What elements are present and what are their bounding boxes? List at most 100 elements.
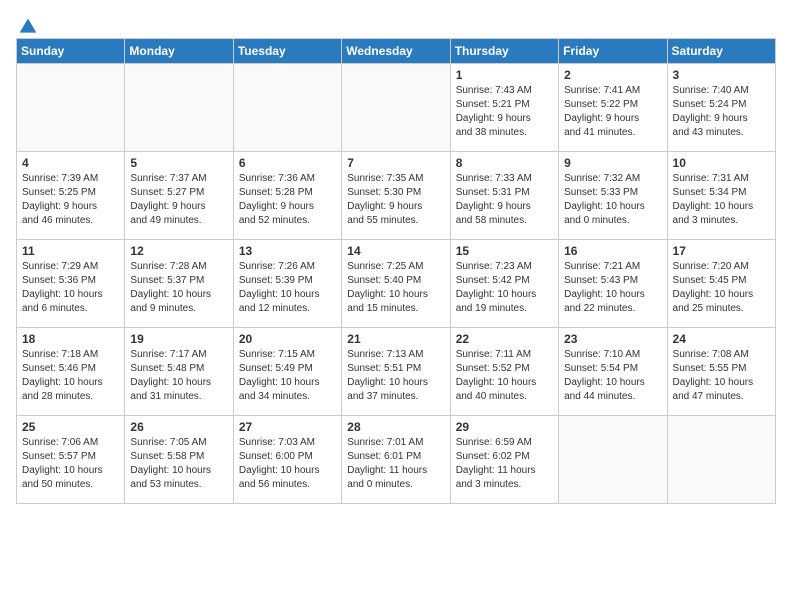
calendar-cell: 24Sunrise: 7:08 AMSunset: 5:55 PMDayligh… [667, 328, 775, 416]
calendar-cell: 12 Sunrise: 7:28 AMSunset: 5:37 PMDayligh… [125, 240, 233, 328]
calendar-cell: 25 Sunrise: 7:06 AMSunset: 5:57 PMDayligh… [17, 416, 125, 504]
day-info: Sunrise: 7:39 AMSunset: 5:25 PMDaylight:… [22, 172, 119, 228]
day-number: 7 [347, 156, 444, 170]
day-info: Sunrise: 7:21 AMSunset: 5:43 PMDaylight:… [564, 260, 661, 316]
day-number: 18 [22, 332, 119, 346]
day-number: 8 [456, 156, 553, 170]
week-row-5: 25 Sunrise: 7:06 AMSunset: 5:57 PMDayligh… [17, 416, 776, 504]
day-info: Sunrise: 7:37 AMSunset: 5:27 PMDaylight:… [130, 172, 227, 228]
day-info: Sunrise: 7:26 AMSunset: 5:39 PMDaylight:… [239, 260, 336, 316]
day-info: Sunrise: 7:06 AMSunset: 5:57 PMDaylight:… [22, 436, 119, 492]
logo-icon [18, 16, 38, 36]
calendar-cell: 3 Sunrise: 7:40 AMSunset: 5:24 PMDaylight… [667, 64, 775, 152]
weekday-header-thursday: Thursday [450, 39, 558, 64]
day-info: Sunrise: 7:05 AMSunset: 5:58 PMDaylight:… [130, 436, 227, 492]
day-number: 22 [456, 332, 553, 346]
calendar-cell: 6 Sunrise: 7:36 AMSunset: 5:28 PMDaylight… [233, 152, 341, 240]
weekday-header-sunday: Sunday [17, 39, 125, 64]
day-info: Sunrise: 7:35 AMSunset: 5:30 PMDaylight:… [347, 172, 444, 228]
day-info: Sunrise: 7:29 AMSunset: 5:36 PMDaylight:… [22, 260, 119, 316]
day-number: 6 [239, 156, 336, 170]
day-number: 27 [239, 420, 336, 434]
day-info: Sunrise: 7:28 AMSunset: 5:37 PMDaylight:… [130, 260, 227, 316]
calendar-cell: 14 Sunrise: 7:25 AMSunset: 5:40 PMDayligh… [342, 240, 450, 328]
calendar-cell: 9 Sunrise: 7:32 AMSunset: 5:33 PMDaylight… [559, 152, 667, 240]
calendar-cell: 4 Sunrise: 7:39 AMSunset: 5:25 PMDaylight… [17, 152, 125, 240]
day-info: Sunrise: 7:15 AMSunset: 5:49 PMDaylight:… [239, 348, 336, 404]
day-info: Sunrise: 7:36 AMSunset: 5:28 PMDaylight:… [239, 172, 336, 228]
day-number: 14 [347, 244, 444, 258]
week-row-1: 1Sunrise: 7:43 AMSunset: 5:21 PMDaylight… [17, 64, 776, 152]
weekday-header-row: SundayMondayTuesdayWednesdayThursdayFrid… [17, 39, 776, 64]
weekday-header-monday: Monday [125, 39, 233, 64]
weekday-header-tuesday: Tuesday [233, 39, 341, 64]
day-info: Sunrise: 7:18 AMSunset: 5:46 PMDaylight:… [22, 348, 119, 404]
logo [16, 16, 38, 32]
calendar-cell: 22 Sunrise: 7:11 AMSunset: 5:52 PMDayligh… [450, 328, 558, 416]
day-number: 13 [239, 244, 336, 258]
week-row-3: 11Sunrise: 7:29 AMSunset: 5:36 PMDayligh… [17, 240, 776, 328]
day-info: Sunrise: 7:40 AMSunset: 5:24 PMDaylight:… [673, 84, 770, 140]
day-number: 12 [130, 244, 227, 258]
day-number: 1 [456, 68, 553, 82]
day-info: Sunrise: 7:03 AMSunset: 6:00 PMDaylight:… [239, 436, 336, 492]
calendar-cell: 19 Sunrise: 7:17 AMSunset: 5:48 PMDayligh… [125, 328, 233, 416]
day-number: 28 [347, 420, 444, 434]
header-section [16, 16, 776, 32]
calendar-cell: 27 Sunrise: 7:03 AMSunset: 6:00 PMDayligh… [233, 416, 341, 504]
calendar-table: SundayMondayTuesdayWednesdayThursdayFrid… [16, 38, 776, 504]
day-info: Sunrise: 7:31 AMSunset: 5:34 PMDaylight:… [673, 172, 770, 228]
day-number: 5 [130, 156, 227, 170]
calendar-cell: 29 Sunrise: 6:59 AMSunset: 6:02 PMDayligh… [450, 416, 558, 504]
day-number: 23 [564, 332, 661, 346]
calendar-cell: 28 Sunrise: 7:01 AMSunset: 6:01 PMDayligh… [342, 416, 450, 504]
day-number: 4 [22, 156, 119, 170]
calendar-cell: 5 Sunrise: 7:37 AMSunset: 5:27 PMDaylight… [125, 152, 233, 240]
week-row-4: 18 Sunrise: 7:18 AMSunset: 5:46 PMDayligh… [17, 328, 776, 416]
calendar-cell: 20 Sunrise: 7:15 AMSunset: 5:49 PMDayligh… [233, 328, 341, 416]
day-info: Sunrise: 7:33 AMSunset: 5:31 PMDaylight:… [456, 172, 553, 228]
day-number: 20 [239, 332, 336, 346]
calendar-cell: 7 Sunrise: 7:35 AMSunset: 5:30 PMDaylight… [342, 152, 450, 240]
day-number: 16 [564, 244, 661, 258]
calendar-cell: 15 Sunrise: 7:23 AMSunset: 5:42 PMDayligh… [450, 240, 558, 328]
calendar-cell: 21 Sunrise: 7:13 AMSunset: 5:51 PMDayligh… [342, 328, 450, 416]
week-row-2: 4 Sunrise: 7:39 AMSunset: 5:25 PMDaylight… [17, 152, 776, 240]
calendar-cell: 26Sunrise: 7:05 AMSunset: 5:58 PMDayligh… [125, 416, 233, 504]
calendar-cell [125, 64, 233, 152]
day-number: 21 [347, 332, 444, 346]
calendar-cell: 18 Sunrise: 7:18 AMSunset: 5:46 PMDayligh… [17, 328, 125, 416]
day-info: Sunrise: 7:23 AMSunset: 5:42 PMDaylight:… [456, 260, 553, 316]
day-info: Sunrise: 7:10 AMSunset: 5:54 PMDaylight:… [564, 348, 661, 404]
day-number: 2 [564, 68, 661, 82]
calendar-cell: 2 Sunrise: 7:41 AMSunset: 5:22 PMDaylight… [559, 64, 667, 152]
day-info: Sunrise: 7:25 AMSunset: 5:40 PMDaylight:… [347, 260, 444, 316]
weekday-header-saturday: Saturday [667, 39, 775, 64]
day-number: 3 [673, 68, 770, 82]
day-number: 19 [130, 332, 227, 346]
day-info: Sunrise: 6:59 AMSunset: 6:02 PMDaylight:… [456, 436, 553, 492]
calendar-cell [17, 64, 125, 152]
day-info: Sunrise: 7:32 AMSunset: 5:33 PMDaylight:… [564, 172, 661, 228]
day-number: 25 [22, 420, 119, 434]
day-info: Sunrise: 7:11 AMSunset: 5:52 PMDaylight:… [456, 348, 553, 404]
day-info: Sunrise: 7:20 AMSunset: 5:45 PMDaylight:… [673, 260, 770, 316]
day-number: 29 [456, 420, 553, 434]
logo-text [16, 16, 38, 36]
calendar-cell: 17 Sunrise: 7:20 AMSunset: 5:45 PMDayligh… [667, 240, 775, 328]
weekday-header-friday: Friday [559, 39, 667, 64]
calendar-cell: 1Sunrise: 7:43 AMSunset: 5:21 PMDaylight… [450, 64, 558, 152]
day-number: 9 [564, 156, 661, 170]
day-info: Sunrise: 7:01 AMSunset: 6:01 PMDaylight:… [347, 436, 444, 492]
calendar-cell [559, 416, 667, 504]
calendar-cell: 23 Sunrise: 7:10 AMSunset: 5:54 PMDayligh… [559, 328, 667, 416]
day-number: 15 [456, 244, 553, 258]
day-info: Sunrise: 7:08 AMSunset: 5:55 PMDaylight:… [673, 348, 770, 404]
day-info: Sunrise: 7:17 AMSunset: 5:48 PMDaylight:… [130, 348, 227, 404]
calendar-cell [342, 64, 450, 152]
day-number: 17 [673, 244, 770, 258]
day-info: Sunrise: 7:13 AMSunset: 5:51 PMDaylight:… [347, 348, 444, 404]
calendar-cell: 8 Sunrise: 7:33 AMSunset: 5:31 PMDaylight… [450, 152, 558, 240]
calendar-cell: 13 Sunrise: 7:26 AMSunset: 5:39 PMDayligh… [233, 240, 341, 328]
day-info: Sunrise: 7:41 AMSunset: 5:22 PMDaylight:… [564, 84, 661, 140]
